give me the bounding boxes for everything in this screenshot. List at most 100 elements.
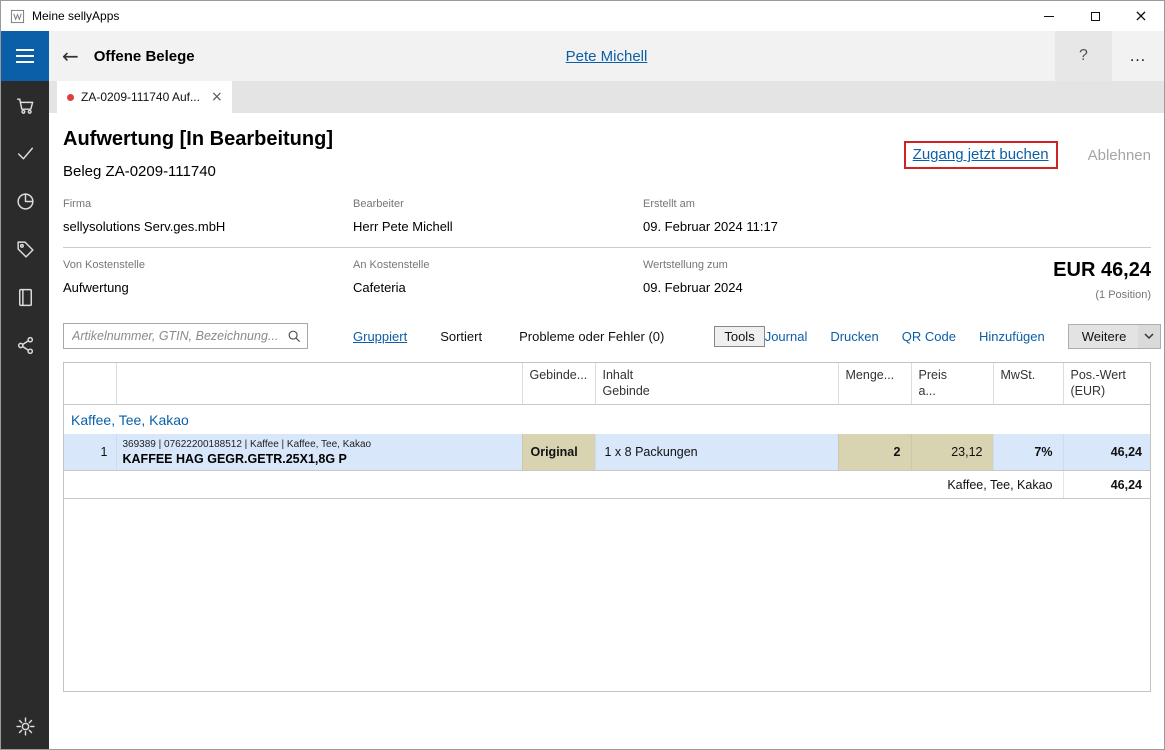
field-label: Bearbeiter xyxy=(353,198,404,210)
sidebar-item-cart[interactable] xyxy=(1,81,49,129)
book-icon xyxy=(18,288,32,306)
row-number: 1 xyxy=(64,433,117,471)
book-link-highlight-box: Zugang jetzt buchen xyxy=(903,141,1058,169)
gear-icon xyxy=(15,716,35,736)
total-amount: EUR 46,24 xyxy=(1053,259,1151,281)
sidebar-item-settings[interactable] xyxy=(1,703,49,749)
tab-strip: ZA-0209-111740 Auf... × xyxy=(49,81,1164,113)
more-actions-dropdown[interactable]: Weitere xyxy=(1067,323,1162,349)
share-icon xyxy=(17,336,33,354)
book-now-link[interactable]: Zugang jetzt buchen xyxy=(913,146,1049,163)
search-box xyxy=(63,323,308,349)
row-description: 369389 | 07622200188512 | Kaffee | Kaffe… xyxy=(116,433,523,471)
group-label[interactable]: Kaffee, Tee, Kakao xyxy=(64,404,1150,434)
sidebar-item-journal[interactable] xyxy=(1,273,49,321)
qr-code-link[interactable]: QR Code xyxy=(902,329,956,344)
col-header-inhalt[interactable]: Inhalt Gebinde xyxy=(595,363,839,405)
sorted-toggle[interactable]: Sortiert xyxy=(440,329,482,344)
app-header: ← Offene Belege Pete Michell ? … xyxy=(49,31,1164,81)
positions-toolbar: Gruppiert Sortiert Probleme oder Fehler … xyxy=(63,323,1162,349)
summary-value: 46,24 xyxy=(1063,470,1150,499)
col-header-gebinde[interactable]: Gebinde... xyxy=(522,363,596,405)
header-more-button[interactable]: … xyxy=(1112,31,1164,81)
pie-chart-icon xyxy=(16,192,34,210)
col-header-num[interactable] xyxy=(64,363,117,405)
document-actions: Zugang jetzt buchen Ablehnen xyxy=(903,141,1151,169)
tools-button[interactable]: Tools xyxy=(714,325,765,347)
current-user-link[interactable]: Pete Michell xyxy=(566,48,648,65)
more-actions-label: Weitere xyxy=(1081,328,1127,344)
minimize-button[interactable] xyxy=(1026,1,1072,31)
field-value: sellysolutions Serv.ges.mbH xyxy=(63,219,226,234)
col-header-description[interactable] xyxy=(116,363,523,405)
hamburger-menu-button[interactable] xyxy=(1,31,49,81)
page-title: Offene Belege xyxy=(93,47,195,65)
field-value: 09. Februar 2024 xyxy=(643,280,743,295)
sidebar-item-statistics[interactable] xyxy=(1,177,49,225)
cell-mwst: 7% xyxy=(993,433,1064,471)
close-button[interactable]: × xyxy=(1118,1,1164,31)
group-summary-row: Kaffee, Tee, Kakao 46,24 xyxy=(64,470,1150,499)
titlebar: Meine sellyApps × xyxy=(1,1,1164,31)
cell-pos-wert: 46,24 xyxy=(1063,433,1150,471)
reject-link[interactable]: Ablehnen xyxy=(1088,147,1151,164)
grouped-toggle[interactable]: Gruppiert xyxy=(353,329,407,344)
maximize-button[interactable] xyxy=(1072,1,1118,31)
document-fields: Firma sellysolutions Serv.ges.mbH Bearbe… xyxy=(63,198,1151,301)
field-value: Aufwertung xyxy=(63,280,129,295)
minimize-icon xyxy=(1044,15,1054,17)
cell-gebinde[interactable]: Original xyxy=(522,433,596,471)
item-name: KAFFEE HAG GEGR.GETR.25X1,8G P xyxy=(122,451,347,466)
field-label: Firma xyxy=(63,198,92,210)
col-header-mwst[interactable]: MwSt. xyxy=(993,363,1064,405)
search-icon[interactable] xyxy=(287,329,301,346)
field-value: Herr Pete Michell xyxy=(353,219,453,234)
item-meta: 369389 | 07622200188512 | Kaffee | Kaffe… xyxy=(122,438,372,450)
col-header-wert[interactable]: Pos.-Wert (EUR) xyxy=(1063,363,1150,405)
tag-icon xyxy=(16,240,34,258)
col-header-menge[interactable]: Menge... xyxy=(838,363,912,405)
total-positions: (1 Position) xyxy=(1095,289,1151,301)
chevron-down-icon xyxy=(1138,324,1161,348)
group-header-row[interactable]: Kaffee, Tee, Kakao xyxy=(64,404,1150,434)
field-firma: Firma sellysolutions Serv.ges.mbH xyxy=(63,198,353,234)
field-label: Erstellt am xyxy=(643,198,695,210)
window-title: Meine sellyApps xyxy=(32,9,120,23)
field-label: Von Kostenstelle xyxy=(63,259,145,271)
add-item-link[interactable]: Hinzufügen xyxy=(979,329,1045,344)
sidebar-item-articles[interactable] xyxy=(1,225,49,273)
cell-preis[interactable]: 23,12 xyxy=(911,433,994,471)
col-header-preis[interactable]: Preis a... xyxy=(911,363,994,405)
field-value: 09. Februar 2024 11:17 xyxy=(643,219,778,234)
summary-label: Kaffee, Tee, Kakao xyxy=(64,470,1064,499)
journal-link[interactable]: Journal xyxy=(765,329,808,344)
field-label: Wertstellung zum xyxy=(643,259,728,271)
field-erstellt-am: Erstellt am 09. Februar 2024 11:17 xyxy=(643,198,933,234)
sidebar-item-tasks[interactable] xyxy=(1,129,49,177)
back-arrow-icon: ← xyxy=(62,44,79,68)
positions-table: Gebinde... Inhalt Gebinde Menge... Preis… xyxy=(64,363,1150,499)
unsaved-indicator-dot xyxy=(67,93,74,101)
toolbar-actions: Journal Drucken QR Code Hinzufügen Weite… xyxy=(765,323,1162,349)
fields-divider xyxy=(63,247,1151,248)
table-row[interactable]: 1 369389 | 07622200188512 | Kaffee | Kaf… xyxy=(64,433,1150,471)
sidebar-item-network[interactable] xyxy=(1,321,49,369)
field-an-kostenstelle: An Kostenstelle Cafeteria xyxy=(353,259,643,295)
app-window: Meine sellyApps × ← Offene Belege Pete M… xyxy=(0,0,1165,750)
hamburger-icon xyxy=(16,49,34,51)
tab-document[interactable]: ZA-0209-111740 Auf... × xyxy=(57,81,232,113)
search-input[interactable] xyxy=(63,323,308,349)
problems-link[interactable]: Probleme oder Fehler (0) xyxy=(519,329,664,344)
field-value: Cafeteria xyxy=(353,280,406,295)
maximize-icon xyxy=(1090,11,1100,21)
help-button[interactable]: ? xyxy=(1055,31,1112,81)
check-icon xyxy=(17,147,33,159)
cell-inhalt: 1 x 8 Packungen xyxy=(595,433,839,471)
field-bearbeiter: Bearbeiter Herr Pete Michell xyxy=(353,198,643,234)
positions-table-container: Gebinde... Inhalt Gebinde Menge... Preis… xyxy=(63,362,1151,692)
tab-close-button[interactable]: × xyxy=(207,90,223,104)
back-button[interactable]: ← xyxy=(62,46,79,66)
print-link[interactable]: Drucken xyxy=(830,329,878,344)
cell-menge[interactable]: 2 xyxy=(838,433,912,471)
field-wertstellung: Wertstellung zum 09. Februar 2024 xyxy=(643,259,933,295)
